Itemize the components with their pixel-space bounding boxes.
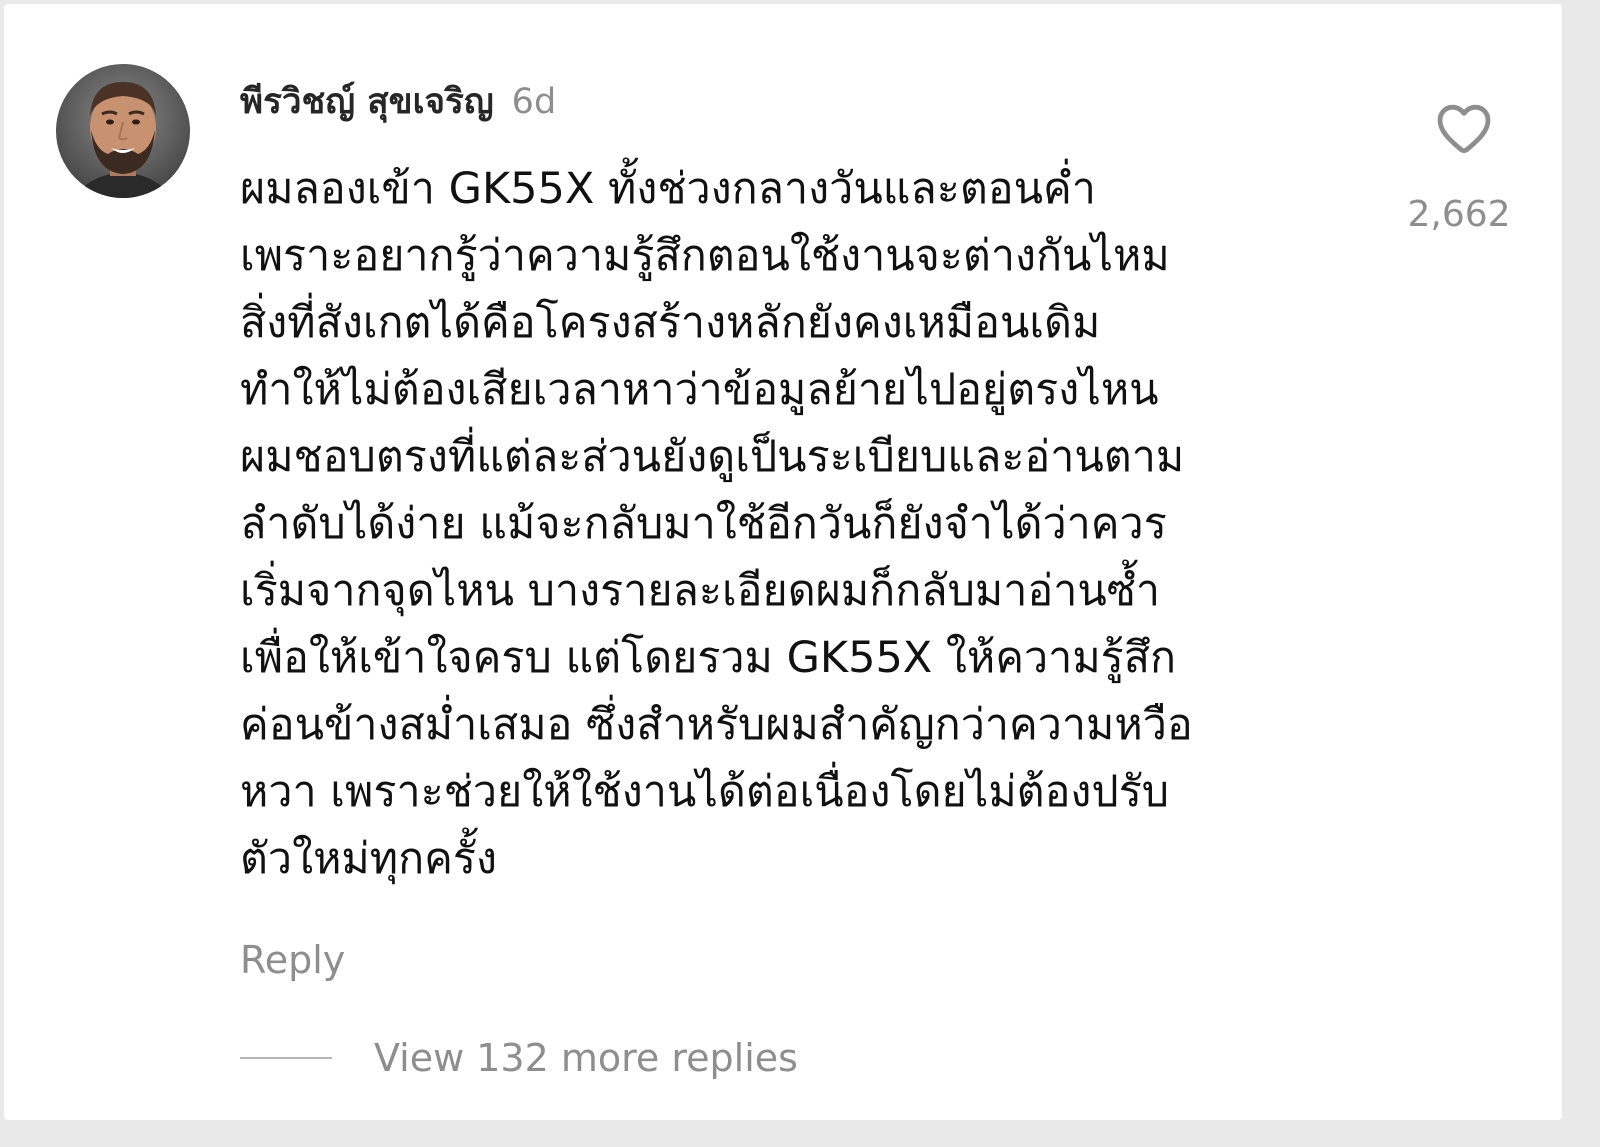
like-count: 2,662 xyxy=(1407,194,1511,235)
username[interactable]: พีรวิชญ์ สุขเจริญ xyxy=(240,74,494,129)
view-replies-label: View 132 more replies xyxy=(374,1036,798,1080)
replies-divider-line xyxy=(240,1057,332,1059)
view-replies-button[interactable]: View 132 more replies xyxy=(240,1036,798,1080)
heart-outline-icon xyxy=(1437,104,1491,154)
reply-button[interactable]: Reply xyxy=(240,938,345,982)
user-avatar[interactable] xyxy=(56,64,190,198)
comment-text: ผมลองเข้า GK55X ทั้งช่วงกลางวันและตอนค่ำ… xyxy=(240,164,1193,884)
avatar-image xyxy=(56,64,190,198)
like-button[interactable] xyxy=(1432,96,1496,160)
comment-header: พีรวิชญ์ สุขเจริญ 6d xyxy=(240,74,556,124)
timestamp: 6d xyxy=(511,82,557,122)
comment-card: พีรวิชญ์ สุขเจริญ 6d ผมลองเข้า GK55X ทั้… xyxy=(4,4,1562,1120)
